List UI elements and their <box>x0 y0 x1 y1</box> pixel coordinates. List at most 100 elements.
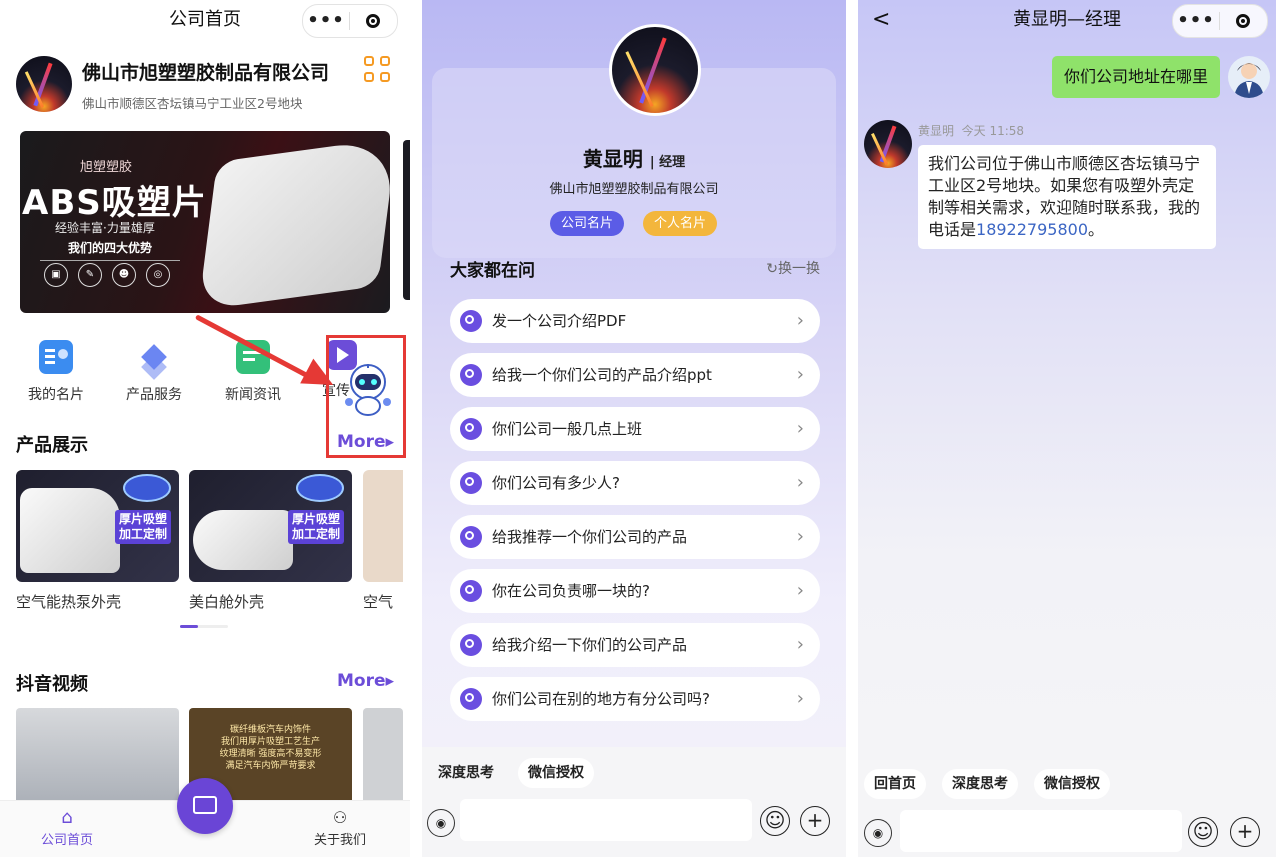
add-icon[interactable]: + <box>1230 817 1260 847</box>
user-avatar <box>1228 56 1270 98</box>
products-section-title: 产品展示 <box>16 435 88 456</box>
close-miniprogram-icon[interactable] <box>1220 14 1266 28</box>
agent-avatar <box>609 24 701 116</box>
product-label: 空气 <box>363 593 394 611</box>
headset-icon: ◎ <box>146 263 170 287</box>
message-input[interactable] <box>900 810 1182 852</box>
question-text: 给我一个你们公司的产品介绍ppt <box>492 366 712 384</box>
tab-label: 公司首页 <box>40 833 93 848</box>
product-card[interactable]: 厚片吸塑 加工定制 <box>189 470 352 582</box>
personal-card-button[interactable]: 个人名片 <box>643 211 718 236</box>
video-thumb-peek[interactable] <box>363 708 403 808</box>
question-text: 发一个公司介绍PDF <box>492 312 627 330</box>
menu-label: 我的名片 <box>28 387 84 403</box>
emoji-icon[interactable]: ☺ <box>1188 817 1218 847</box>
users-icon: ⚇ <box>332 808 348 827</box>
question-item[interactable]: 你们公司有多少人? › <box>450 461 820 505</box>
home-chip[interactable]: 回首页 <box>864 769 926 799</box>
menu-my-card[interactable]: 我的名片 <box>16 340 96 404</box>
menu-products[interactable]: 产品服务 <box>114 340 194 404</box>
capsule-menu[interactable]: ••• <box>1172 4 1268 38</box>
refresh-button[interactable]: ↻换一换 <box>766 258 820 278</box>
chevron-right-icon: › <box>796 472 804 493</box>
product-label: 空气能热泵外壳 <box>16 593 122 611</box>
more-icon[interactable]: ••• <box>303 5 349 37</box>
add-icon[interactable]: + <box>800 806 830 836</box>
chevron-right-icon: › <box>796 418 804 439</box>
tab-about[interactable]: ⚇ 关于我们 <box>300 807 380 848</box>
question-item[interactable]: 给我介绍一下你们的公司产品 › <box>450 623 820 667</box>
pencil-icon: ✎ <box>78 263 102 287</box>
factory-icon: ▣ <box>44 263 68 287</box>
business-card-fab[interactable] <box>177 778 233 834</box>
company-card-button[interactable]: 公司名片 <box>550 211 625 236</box>
product-card[interactable]: 厚片吸塑 加工定制 <box>16 470 179 582</box>
phone-link[interactable]: 18922795800 <box>976 220 1088 239</box>
grid-icon[interactable] <box>364 56 392 84</box>
wechat-auth-chip[interactable]: 微信授权 <box>518 758 594 788</box>
search-icon <box>460 472 482 494</box>
question-text: 给我推荐一个你们公司的产品 <box>492 528 688 546</box>
agent-name: 黄显明 <box>918 124 955 138</box>
question-item[interactable]: 给我推荐一个你们公司的产品 › <box>450 515 820 559</box>
emoji-icon[interactable]: ☺ <box>760 806 790 836</box>
products-more-link[interactable]: More▸ <box>337 432 394 452</box>
chevron-right-icon: › <box>796 364 804 385</box>
question-text: 你们公司一般几点上班 <box>492 420 643 438</box>
team-icon: ☻ <box>112 263 136 287</box>
question-item[interactable]: 你们公司一般几点上班 › <box>450 407 820 451</box>
question-item[interactable]: 发一个公司介绍PDF › <box>450 299 820 343</box>
chat-panel: < 黄显明—经理 ••• 你们公司地址在哪里 黄显明 今天 11:58 我们公司… <box>858 0 1276 857</box>
question-item[interactable]: 给我一个你们公司的产品介绍ppt › <box>450 353 820 397</box>
close-miniprogram-icon[interactable] <box>350 14 396 28</box>
message-input[interactable] <box>460 799 752 841</box>
chevron-right-icon: › <box>796 580 804 601</box>
banner-headline: ABS吸塑片 <box>22 183 207 223</box>
company-avatar <box>16 56 72 112</box>
menu-label: 产品服务 <box>126 387 182 403</box>
question-text: 你们公司在别的地方有分公司吗? <box>492 690 710 708</box>
product-card-peek[interactable] <box>363 470 403 582</box>
id-card-icon <box>193 796 217 814</box>
search-icon <box>460 634 482 656</box>
banner-subtitle: 旭塑塑胶 <box>80 160 133 175</box>
refresh-icon: ↻ <box>766 261 778 277</box>
question-item[interactable]: 你在公司负责哪一块的? › <box>450 569 820 613</box>
search-icon <box>460 580 482 602</box>
wechat-auth-chip[interactable]: 微信授权 <box>1034 769 1110 799</box>
video-thumb[interactable] <box>16 708 179 808</box>
question-item[interactable]: 你们公司在别的地方有分公司吗? › <box>450 677 820 721</box>
voice-icon[interactable]: ◉ <box>427 809 455 837</box>
menu-label: 新闻资讯 <box>225 387 281 403</box>
refresh-label: 换一换 <box>778 261 820 277</box>
input-area: 深度思考 微信授权 ◉ ☺ + <box>422 747 846 857</box>
input-area: 回首页 深度思考 微信授权 ◉ ☺ + <box>858 760 1276 857</box>
layers-icon <box>137 340 171 380</box>
questions-title: 大家都在问 <box>450 261 535 281</box>
deep-think-chip[interactable]: 深度思考 <box>428 758 504 788</box>
question-text: 给我介绍一下你们的公司产品 <box>492 636 688 654</box>
assistant-panel: 黄显明 | 经理 佛山市旭塑塑胶制品有限公司 公司名片 个人名片 大家都在问 ↻… <box>422 0 846 857</box>
deep-think-chip[interactable]: 深度思考 <box>942 769 1018 799</box>
message-time: 今天 11:58 <box>961 124 1025 138</box>
tab-label: 关于我们 <box>313 833 366 848</box>
company-address: 佛山市顺德区杏坛镇马宁工业区2号地块 <box>82 96 303 111</box>
agent-name-text: 黄显明 <box>582 147 643 171</box>
more-icon[interactable]: ••• <box>1173 5 1219 37</box>
card-icon <box>39 340 73 374</box>
search-icon <box>460 310 482 332</box>
robot-assistant-icon[interactable] <box>343 362 393 417</box>
capsule-menu[interactable]: ••• <box>302 4 398 38</box>
banner-advantages: 我们的四大优势 <box>40 239 180 261</box>
reply-end: 。 <box>1088 220 1105 239</box>
voice-icon[interactable]: ◉ <box>864 819 892 847</box>
chevron-right-icon: › <box>796 310 804 331</box>
promo-banner[interactable]: 旭塑塑胶 ABS吸塑片 经验丰富·力量雄厚 我们的四大优势 ▣ ✎ ☻ ◎ <box>20 131 390 313</box>
next-banner-peek <box>403 140 410 300</box>
company-name: 佛山市旭塑塑胶制品有限公司 <box>82 62 330 84</box>
search-icon <box>460 688 482 710</box>
tab-home[interactable]: ⌂ 公司首页 <box>27 807 107 848</box>
agent-message-bubble: 我们公司位于佛山市顺德区杏坛镇马宁工业区2号地块。如果您有吸塑外壳定制等相关需求… <box>918 145 1216 249</box>
video-more-link[interactable]: More▸ <box>337 671 394 691</box>
product-tag: 厚片吸塑 加工定制 <box>114 510 171 544</box>
